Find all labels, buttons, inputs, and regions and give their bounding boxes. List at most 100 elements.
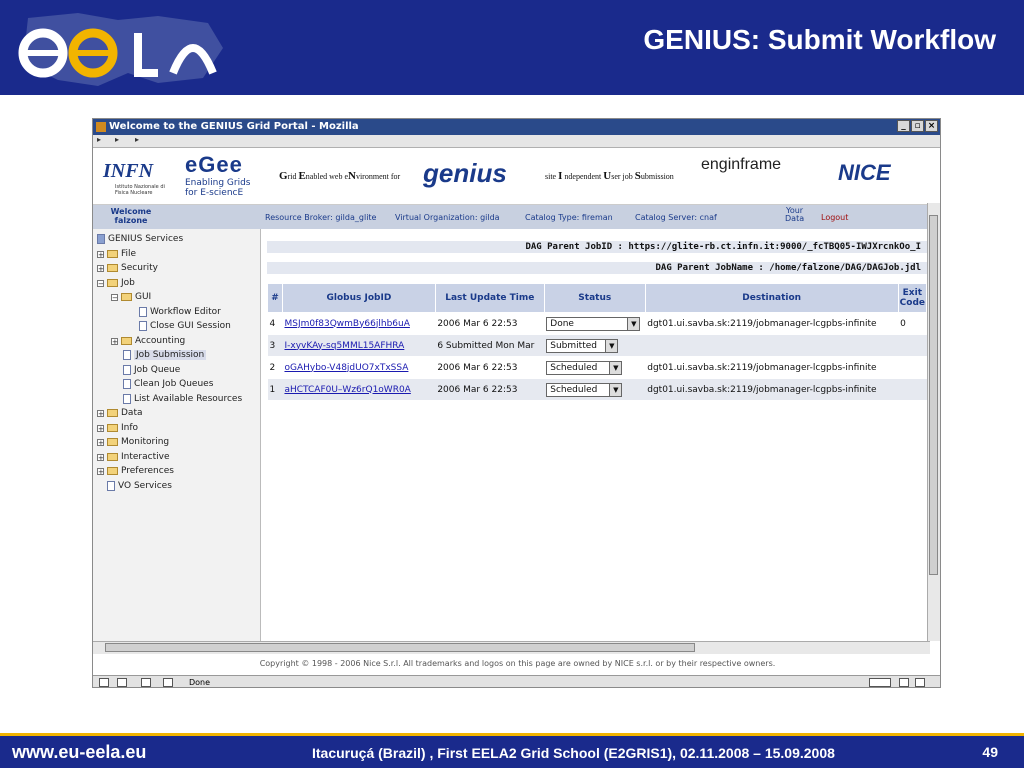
folder-icon [107, 438, 118, 446]
tree-item-gui[interactable]: − GUI [111, 291, 151, 303]
row-destination: dgt01.ui.savba.sk:2119/jobmanager-lcgpbs… [645, 378, 899, 401]
expand-icon[interactable]: + [97, 467, 104, 475]
collapse-icon[interactable]: − [97, 279, 104, 287]
tree-item-job-queue[interactable]: Job Queue [123, 364, 180, 376]
row-num: 3 [267, 334, 283, 357]
expand-icon[interactable]: + [97, 424, 104, 432]
footer-url: www.eu-eela.eu [12, 742, 147, 762]
window-title: Welcome to the GENIUS Grid Portal - Mozi… [109, 121, 359, 132]
expand-icon[interactable]: + [111, 337, 118, 345]
chevron-down-icon[interactable]: ▼ [609, 361, 622, 374]
folder-icon [107, 453, 118, 461]
copyright-notice: Copyright © 1998 - 2006 Nice S.r.l. All … [259, 659, 776, 668]
site-tagline: site I ndependent User job Submission [545, 170, 674, 182]
jobid-link[interactable]: I-xyvKAy-sq5MML15AFHRA [284, 341, 404, 351]
horizontal-scrollbar[interactable] [93, 641, 930, 654]
tree-item-list-available-resources[interactable]: List Available Resources [123, 393, 242, 405]
egee-logo: eGee Enabling Grids for E-sciencE [185, 152, 250, 198]
row-exit-code [898, 378, 927, 401]
tree-item-vo-services[interactable]: VO Services [107, 480, 172, 492]
slide-footer: www.eu-eela.eu Itacuruçá (Brazil) , Firs… [0, 733, 1024, 768]
row-destination [645, 334, 899, 357]
chevron-down-icon[interactable]: ▼ [609, 383, 622, 396]
slide-header: GENIUS: Submit Workflow [0, 0, 1024, 95]
row-update-time: 2006 Mar 6 22:53 [435, 378, 545, 401]
col-exit-code: Exit Code [897, 283, 928, 313]
vertical-scroll-thumb[interactable] [929, 215, 938, 575]
folder-icon [107, 250, 118, 258]
session-infobar: Welcome falzone Resource Broker: gilda_g… [93, 205, 940, 229]
tree-item-close-gui-session[interactable]: Close GUI Session [139, 320, 231, 332]
chevron-down-icon[interactable]: ▼ [627, 317, 640, 330]
nav-reload-button[interactable]: ▸ [135, 135, 139, 144]
tree-root: GENIUS Services [97, 233, 183, 245]
row-exit-code: 0 [898, 312, 927, 335]
jobid-link[interactable]: MSJm0f83QwmBy66jlhb6uA [284, 319, 409, 329]
slide-title: GENIUS: Submit Workflow [643, 24, 996, 55]
tree-item-job[interactable]: − Job [97, 277, 135, 289]
col-destination: Destination [644, 283, 899, 313]
tree-item-monitoring[interactable]: + Monitoring [97, 436, 169, 448]
minimize-button[interactable]: _ [897, 120, 910, 132]
browser-navbar: ▸ ▸ ▸ [93, 135, 940, 148]
vertical-scrollbar[interactable] [927, 203, 940, 641]
address-book-icon[interactable] [163, 678, 173, 687]
tree-item-interactive[interactable]: + Interactive [97, 451, 169, 463]
connection-icon [869, 678, 891, 687]
nav-back-button[interactable]: ▸ [97, 135, 101, 144]
expand-icon[interactable]: + [97, 250, 104, 258]
portal-content: GENIUS Services + File + Security − Job − GU… [93, 229, 940, 641]
row-destination: dgt01.ui.savba.sk:2119/jobmanager-lcgpbs… [645, 312, 899, 335]
page-number: 49 [982, 744, 998, 760]
infn-logo: INFN [103, 160, 154, 182]
nav-forward-button[interactable]: ▸ [115, 135, 119, 144]
tree-item-info[interactable]: + Info [97, 422, 138, 434]
logout-link[interactable]: Logout [821, 213, 848, 222]
tree-item-preferences[interactable]: + Preferences [97, 465, 174, 477]
table-header-row: # Globus JobID Last Update Time Status D… [267, 283, 928, 313]
maximize-button[interactable]: ▫ [911, 120, 924, 132]
genius-logo: genius [423, 158, 507, 188]
collapse-icon[interactable]: − [111, 293, 118, 301]
document-icon [123, 379, 131, 389]
table-row: 4 MSJm0f83QwmBy66jlhb6uA 2006 Mar 6 22:5… [267, 312, 927, 335]
close-button[interactable]: × [925, 120, 938, 132]
nice-logo: NICE [838, 160, 891, 185]
tree-item-accounting[interactable]: + Accounting [111, 335, 185, 347]
jobid-link[interactable]: aHCTCAF0U–Wz6rQ1oWR0A [284, 385, 410, 395]
tree-item-clean-job-queues[interactable]: Clean Job Queues [123, 378, 213, 390]
status-select[interactable]: Scheduled ▼ [546, 360, 623, 375]
row-num: 2 [267, 356, 283, 379]
your-data-link[interactable]: Your Data [785, 207, 804, 223]
infn-subtitle: Istituto Nazionale di Fisica Nucleare [115, 184, 165, 196]
expand-icon[interactable]: + [97, 264, 104, 272]
tree-item-job-submission[interactable]: Job Submission [123, 349, 207, 361]
navigator-icon[interactable] [99, 678, 109, 687]
tree-item-security[interactable]: + Security [97, 262, 158, 274]
chevron-down-icon[interactable]: ▼ [605, 339, 618, 352]
jobid-link[interactable]: oGAHybo-V48jdUO7xTxSSA [284, 363, 408, 373]
document-icon [123, 365, 131, 375]
status-select[interactable]: Done ▼ [546, 316, 641, 331]
dag-parent-jobname: DAG Parent JobName : /home/falzone/DAG/D… [267, 262, 927, 274]
tree-item-data[interactable]: + Data [97, 407, 143, 419]
horizontal-scroll-thumb[interactable] [105, 643, 695, 652]
composer-icon[interactable] [141, 678, 151, 687]
document-icon [123, 350, 131, 360]
tree-item-workflow-editor[interactable]: Workflow Editor [139, 306, 221, 318]
tree-item-file[interactable]: + File [97, 248, 136, 260]
services-icon [97, 234, 105, 244]
status-select[interactable]: Scheduled ▼ [546, 382, 623, 397]
window-titlebar[interactable]: Welcome to the GENIUS Grid Portal - Mozi… [93, 119, 940, 135]
folder-icon [107, 467, 118, 475]
table-row: 1 aHCTCAF0U–Wz6rQ1oWR0A 2006 Mar 6 22:53… [267, 378, 927, 401]
expand-icon[interactable]: + [97, 409, 104, 417]
expand-icon[interactable]: + [97, 438, 104, 446]
egee-tagline-2: for E-sciencE [185, 188, 244, 198]
expand-icon[interactable]: + [97, 453, 104, 461]
status-text: Done [189, 678, 211, 687]
col-jobid: Globus JobID [281, 283, 436, 313]
document-icon [107, 481, 115, 491]
mail-icon[interactable] [117, 678, 127, 687]
status-select[interactable]: Submitted ▼ [546, 338, 619, 353]
